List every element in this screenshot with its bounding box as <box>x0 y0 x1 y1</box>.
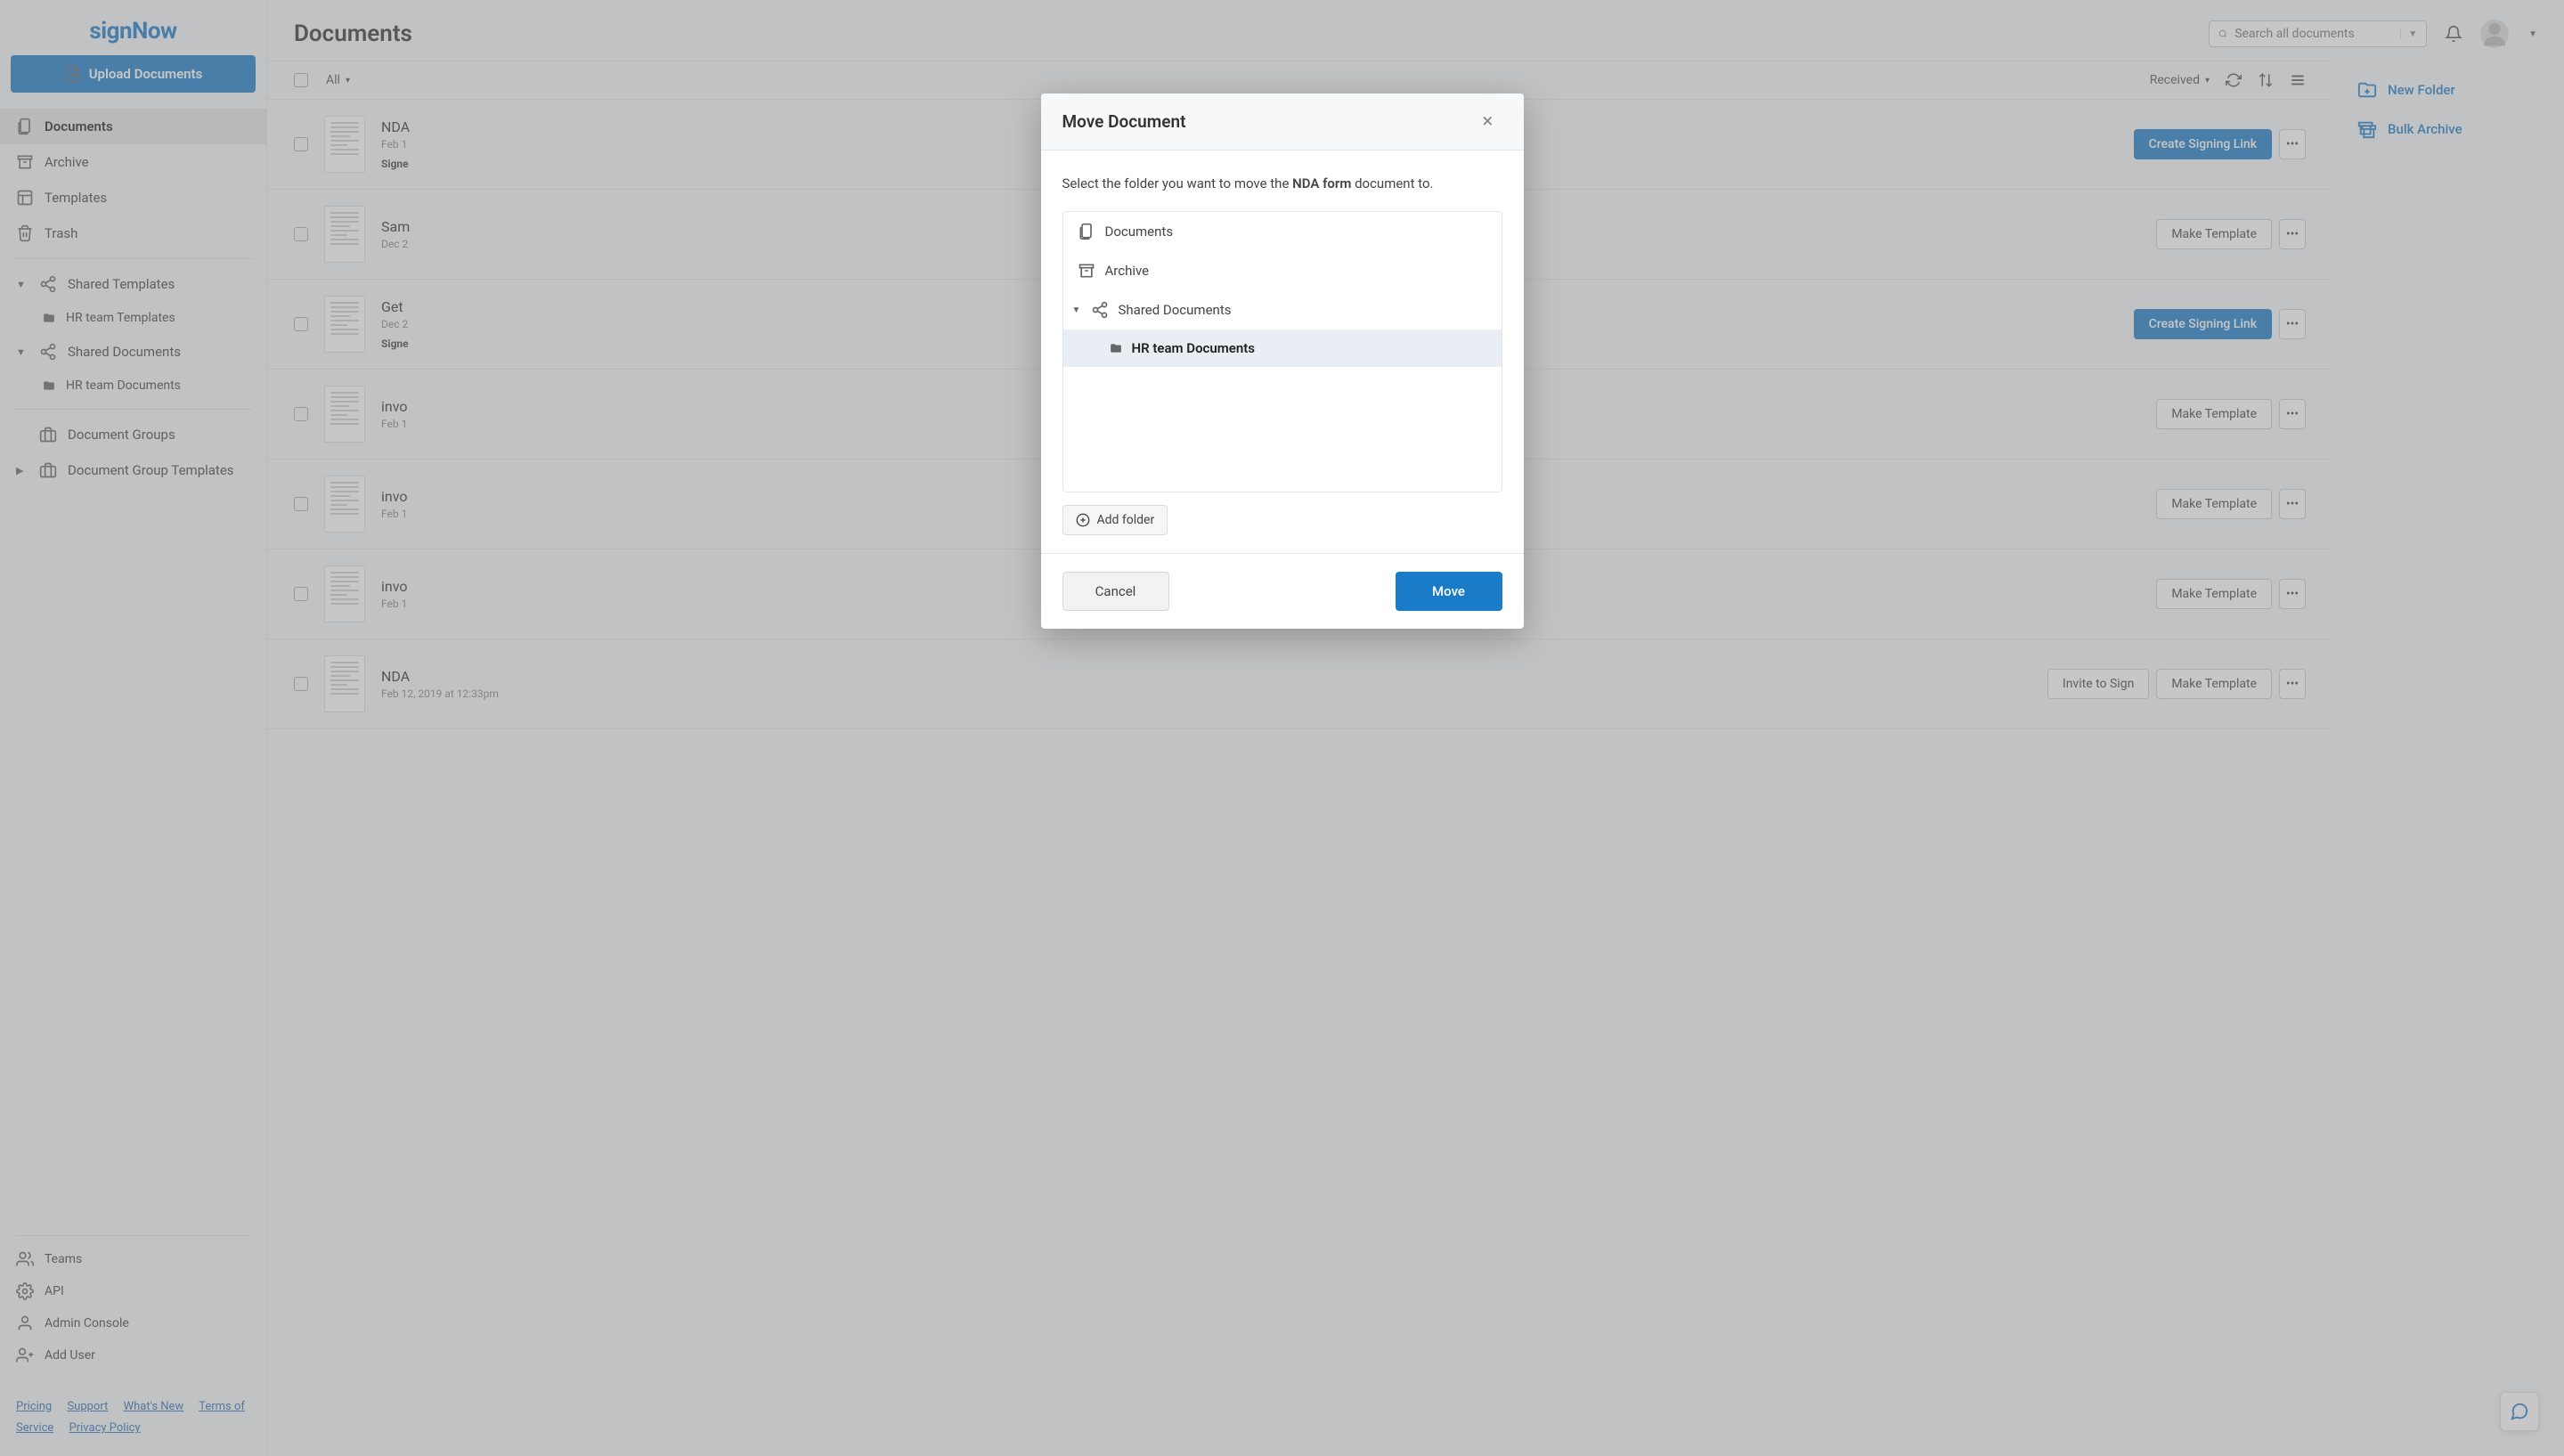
folder-icon <box>1110 342 1122 354</box>
documents-icon <box>1078 223 1095 240</box>
add-folder-label: Add folder <box>1097 513 1155 527</box>
modal-overlay: Move Document × Select the folder you wa… <box>0 0 2564 1456</box>
close-icon[interactable]: × <box>1483 112 1502 132</box>
tree-item-hr-team-documents[interactable]: HR team Documents <box>1063 329 1502 367</box>
modal-title: Move Document <box>1062 111 1483 132</box>
tree-item-archive[interactable]: Archive <box>1063 251 1502 290</box>
tree-item-label: HR team Documents <box>1132 340 1256 356</box>
plus-circle-icon <box>1076 513 1090 527</box>
tree-item-label: Documents <box>1105 224 1174 240</box>
move-button[interactable]: Move <box>1396 572 1502 611</box>
add-folder-button[interactable]: Add folder <box>1062 505 1168 535</box>
tree-item-label: Shared Documents <box>1119 302 1232 318</box>
share-icon <box>1091 301 1109 319</box>
move-document-modal: Move Document × Select the folder you wa… <box>1041 94 1524 629</box>
archive-icon <box>1078 262 1095 280</box>
cancel-button[interactable]: Cancel <box>1062 572 1169 611</box>
modal-description: Select the folder you want to move the N… <box>1062 175 1502 191</box>
folder-tree: Documents Archive ▼ Shared Documents HR team… <box>1062 211 1502 492</box>
tree-item-label: Archive <box>1105 263 1150 279</box>
tree-item-shared-documents[interactable]: ▼ Shared Documents <box>1063 290 1502 329</box>
tree-item-documents[interactable]: Documents <box>1063 212 1502 251</box>
chevron-down-icon: ▼ <box>1072 305 1081 315</box>
